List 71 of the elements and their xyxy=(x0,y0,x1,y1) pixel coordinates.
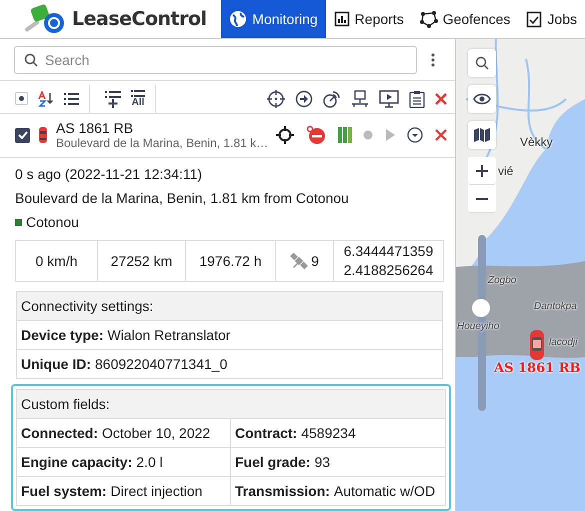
folded-map-icon xyxy=(474,128,490,142)
property-cell: Connected: October 10, 2022 xyxy=(17,419,231,448)
sort-az-icon[interactable] xyxy=(38,90,54,107)
add-to-list-icon[interactable] xyxy=(105,90,121,108)
select-all-checkbox[interactable] xyxy=(15,92,28,106)
property-cell: Fuel grade: 93 xyxy=(231,448,445,477)
unit-checkbox[interactable] xyxy=(15,128,30,143)
latitude: 6.3444471359 xyxy=(344,242,434,261)
property-cell-text: Unique ID: 860922040771341_0 xyxy=(20,355,228,374)
car-icon xyxy=(38,126,48,144)
status-dot-icon xyxy=(363,130,374,140)
plus-icon xyxy=(476,164,488,176)
map-view[interactable]: Vèkky vié Zogbo Houeyiho Dantokpa lacodji AS 1861 RB xyxy=(456,39,585,511)
clipboard-check-icon xyxy=(526,10,542,28)
unit-name[interactable]: AS 1861 RB xyxy=(56,120,268,136)
section-header: Custom fields: xyxy=(17,390,445,419)
monitor-play-icon[interactable] xyxy=(379,90,399,108)
map-place-label: Houeyiho xyxy=(457,321,500,332)
longitude: 2.4188256264 xyxy=(344,261,434,280)
list-icon[interactable] xyxy=(64,92,79,106)
speed-cell: 0 km/h xyxy=(16,241,98,281)
minus-icon xyxy=(476,198,488,200)
crosshair-icon[interactable] xyxy=(267,90,285,108)
globe-icon xyxy=(229,10,248,28)
eye-icon xyxy=(473,93,491,105)
unit-map-label: AS 1861 RB xyxy=(494,361,580,376)
bar-chart-icon xyxy=(334,11,350,27)
property-cell: Contract: 4589234 xyxy=(231,419,445,448)
more-menu-icon[interactable] xyxy=(431,53,435,67)
car-marker-icon[interactable] xyxy=(528,329,546,361)
map-place-label: lacodji xyxy=(549,337,578,348)
visibility-button[interactable] xyxy=(468,85,496,113)
property-cell-text: Transmission: Automatic w/OD xyxy=(234,482,436,501)
polygon-icon xyxy=(420,10,438,28)
signal-bars-icon[interactable] xyxy=(338,127,352,144)
property-cell: Device type: Wialon Retranslator xyxy=(17,321,442,350)
mileage-cell: 27252 km xyxy=(98,241,186,281)
dropdown-circle-icon[interactable] xyxy=(407,127,424,144)
nav-tab[interactable]: Monitoring xyxy=(221,0,326,38)
last-message-time: 0 s ago (2022-11-21 12:34:11) xyxy=(15,166,204,182)
search-button[interactable] xyxy=(468,49,496,77)
satellite-dish-icon[interactable] xyxy=(323,90,341,108)
location-address: Boulevard de la Marina, Benin, 1.81 km from Cotonou xyxy=(15,190,350,206)
property-cell: Engine capacity: 2.0 l xyxy=(17,448,231,477)
geofence-name: Cotonou xyxy=(26,214,79,230)
property-cell: Fuel system: Direct injection xyxy=(17,477,231,505)
unit-address: Boulevard de la Marina, Benin, 1.81 k… xyxy=(56,136,268,150)
section-header: Connectivity settings: xyxy=(17,292,442,321)
no-entry-icon[interactable] xyxy=(306,125,326,146)
app-logo-text: LeaseControl xyxy=(72,8,207,30)
map-place-label: vié xyxy=(498,164,514,178)
satellite-icon xyxy=(290,252,308,270)
engine-hours-cell: 1976.72 h xyxy=(186,241,276,281)
satellite-count: 9 xyxy=(311,253,319,269)
close-icon[interactable] xyxy=(435,92,447,105)
zoom-in-button[interactable] xyxy=(468,157,496,185)
crosshair-icon[interactable] xyxy=(276,126,294,144)
search-field[interactable]: Search xyxy=(14,46,417,74)
network-icon[interactable] xyxy=(351,90,369,108)
nav-tab[interactable]: Geofences xyxy=(412,0,518,38)
arrow-circle-icon[interactable] xyxy=(295,90,313,108)
close-icon[interactable] xyxy=(434,129,447,142)
show-all-button[interactable]: All xyxy=(131,90,145,108)
search-icon xyxy=(475,56,489,70)
clipboard-list-icon[interactable] xyxy=(409,90,425,108)
map-place-label: Vèkky xyxy=(520,135,553,149)
map-place-label: Dantokpa xyxy=(534,301,577,312)
nav-tab[interactable]: Jobs xyxy=(518,0,585,38)
nav-tab[interactable]: Reports xyxy=(326,0,412,38)
map-place-label: Zogbo xyxy=(488,275,516,286)
map-layers-button[interactable] xyxy=(468,121,496,149)
